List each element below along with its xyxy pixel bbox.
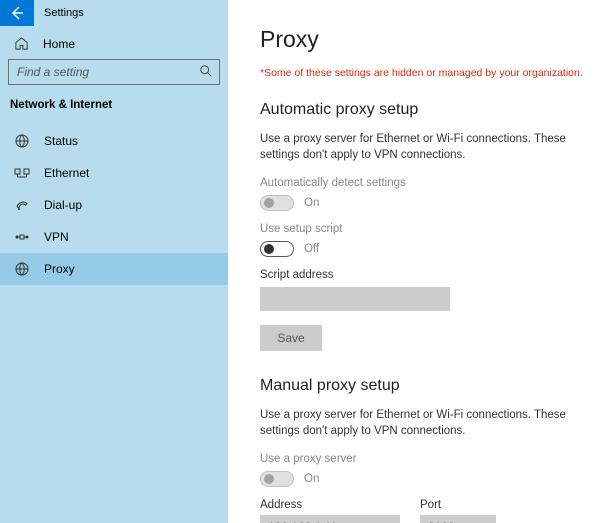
vpn-icon [14, 229, 30, 245]
content: Proxy *Some of these settings are hidden… [228, 0, 600, 523]
arrow-left-icon [9, 5, 25, 21]
port-input[interactable] [420, 515, 496, 523]
script-address-input[interactable] [260, 287, 450, 311]
use-proxy-state: On [304, 473, 319, 485]
setup-script-state: Off [304, 243, 319, 255]
titlebar: Settings [0, 0, 228, 26]
auto-detect-toggle-row: On [260, 195, 592, 211]
sidebar-section-label: Network & Internet [0, 95, 228, 125]
manual-section-title: Manual proxy setup [260, 377, 592, 395]
page-title: Proxy [260, 26, 592, 53]
search-icon [199, 64, 213, 78]
dialup-icon [14, 197, 30, 213]
sidebar-item-label: VPN [44, 230, 69, 244]
sidebar-item-label: Proxy [44, 262, 75, 276]
sidebar: Settings Home Network & Internet Status … [0, 0, 228, 523]
ethernet-icon [14, 165, 30, 181]
org-warning: *Some of these settings are hidden or ma… [260, 67, 592, 79]
proxy-icon [14, 261, 30, 277]
auto-desc: Use a proxy server for Ethernet or Wi-Fi… [260, 131, 580, 163]
home-icon [14, 36, 29, 51]
address-port-row: Address Port [260, 499, 592, 523]
address-label: Address [260, 499, 400, 511]
sidebar-home-label: Home [43, 37, 75, 51]
address-input[interactable] [260, 515, 400, 523]
auto-detect-state: On [304, 197, 319, 209]
sidebar-item-status[interactable]: Status [0, 125, 228, 157]
window-title: Settings [44, 7, 84, 19]
setup-script-toggle[interactable] [260, 241, 294, 257]
search-input[interactable] [9, 60, 219, 84]
sidebar-home[interactable]: Home [0, 26, 228, 59]
search-box[interactable] [8, 59, 220, 85]
setup-script-label: Use setup script [260, 223, 592, 235]
use-proxy-toggle[interactable] [260, 471, 294, 487]
auto-detect-label: Automatically detect settings [260, 177, 592, 189]
use-proxy-toggle-row: On [260, 471, 592, 487]
sidebar-item-label: Ethernet [44, 166, 89, 180]
sidebar-item-label: Status [44, 134, 78, 148]
port-label: Port [420, 499, 496, 511]
setup-script-toggle-row: Off [260, 241, 592, 257]
script-address-label: Script address [260, 269, 592, 281]
sidebar-item-dialup[interactable]: Dial-up [0, 189, 228, 221]
back-button[interactable] [0, 0, 34, 26]
sidebar-item-vpn[interactable]: VPN [0, 221, 228, 253]
sidebar-item-proxy[interactable]: Proxy [0, 253, 228, 285]
status-icon [14, 133, 30, 149]
sidebar-item-ethernet[interactable]: Ethernet [0, 157, 228, 189]
use-proxy-label: Use a proxy server [260, 453, 592, 465]
sidebar-item-label: Dial-up [44, 198, 82, 212]
manual-desc: Use a proxy server for Ethernet or Wi-Fi… [260, 407, 580, 439]
auto-section-title: Automatic proxy setup [260, 101, 592, 119]
search-wrap [0, 59, 228, 95]
auto-detect-toggle[interactable] [260, 195, 294, 211]
save-button[interactable]: Save [260, 325, 322, 351]
